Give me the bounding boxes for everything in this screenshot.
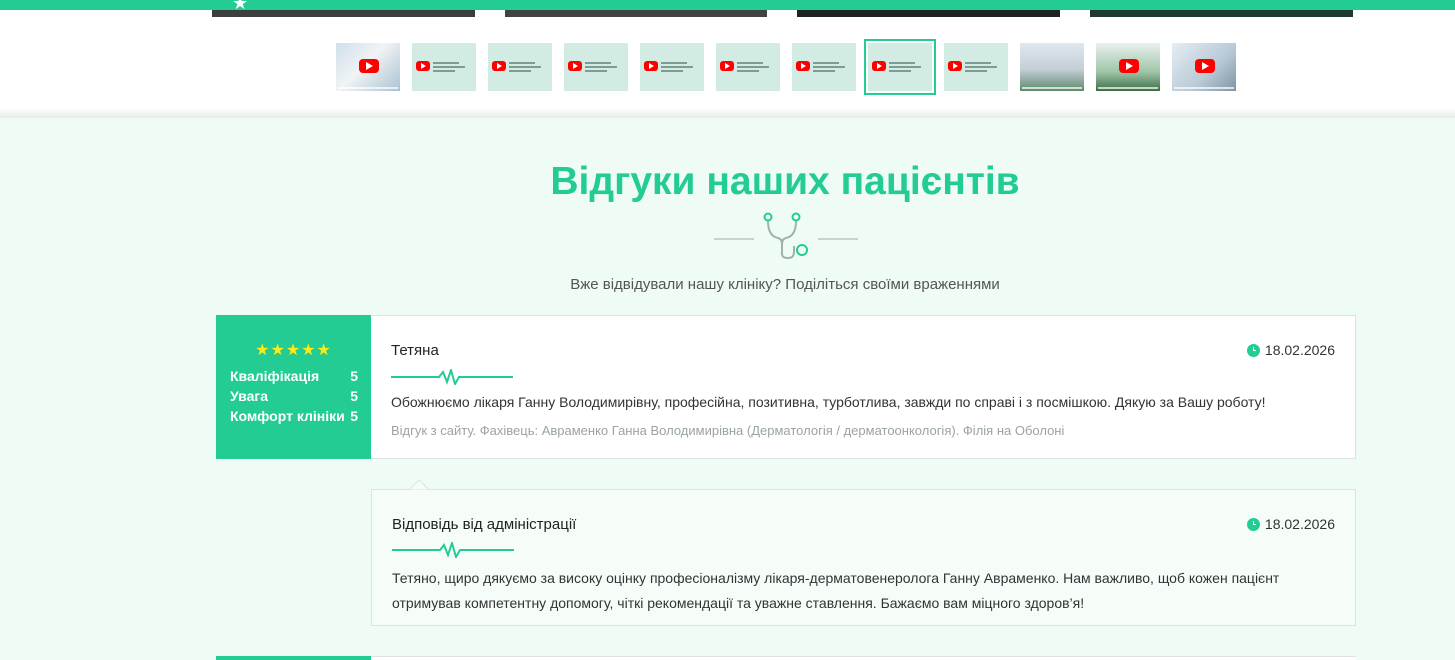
video-slide[interactable] [1090, 10, 1353, 17]
review-text: Обожнюємо лікаря Ганну Володимирівну, пр… [391, 394, 1266, 410]
review-author: Тетяна [391, 342, 439, 359]
youtube-play-icon [359, 59, 379, 73]
video-thumbnail[interactable] [1172, 43, 1236, 91]
thumbnail-caption-line [509, 66, 541, 68]
youtube-play-icon [1119, 59, 1139, 73]
thumbnail-caption-line [1022, 87, 1082, 89]
youtube-play-icon [644, 61, 658, 71]
thumbnail-caption-line [965, 70, 987, 72]
criterion-label: Увага [230, 388, 269, 404]
thumbnail-caption-line [889, 66, 921, 68]
thumbnail-caption-line [965, 62, 991, 64]
thumbnail-caption-line [433, 66, 465, 68]
video-thumbnail[interactable] [716, 43, 780, 91]
video-thumbnail[interactable] [336, 43, 400, 91]
thumbnail-caption-line [813, 70, 835, 72]
clock-icon [1246, 518, 1260, 531]
video-thumbnail[interactable] [1020, 43, 1084, 91]
reply-date-text: 18.02.2026 [1264, 516, 1335, 532]
video-thumbnail[interactable] [640, 43, 704, 91]
admin-reply-card: Відповідь від адміністрації 18.02.2026 Т… [371, 489, 1356, 626]
reply-pointer [409, 479, 429, 492]
youtube-play-icon [1195, 59, 1215, 73]
video-thumbnail[interactable] [944, 43, 1008, 91]
heartbeat-divider-icon [392, 542, 514, 558]
criterion-row: Комфорт клініки 5 [230, 408, 358, 424]
thumbnail-caption-line [1174, 87, 1234, 89]
thumbnail-caption-line [737, 70, 759, 72]
criterion-value: 5 [350, 368, 358, 384]
section-title: Відгуки наших пацієнтів [550, 160, 1020, 203]
video-gallery: ★ [0, 0, 1455, 116]
review-card: Тетяна 18.02.2026 Обожнюємо лікаря Ганну… [371, 315, 1356, 459]
thumbnail-caption-line [813, 66, 845, 68]
reply-text: Тетяно, щиро дякуємо за високу оцінку пр… [392, 570, 1280, 611]
review-card [371, 656, 1356, 660]
youtube-play-icon [796, 61, 810, 71]
video-slide[interactable] [212, 10, 475, 17]
rating-stars: ★★★★★ [255, 342, 332, 359]
criterion-value: 5 [350, 388, 358, 404]
rating-panel [216, 656, 371, 660]
video-thumbnail[interactable] [864, 39, 936, 95]
thumbnail-caption-line [889, 70, 911, 72]
thumbnail-caption-line [338, 87, 398, 89]
thumbnail-caption-line [1098, 87, 1158, 89]
youtube-play-icon [720, 61, 734, 71]
youtube-play-icon [492, 61, 506, 71]
criterion-row: Кваліфікація 5 [230, 368, 358, 384]
review-date-text: 18.02.2026 [1264, 342, 1335, 358]
review-date: 18.02.2026 [1246, 342, 1335, 358]
top-accent-strip [0, 0, 1455, 10]
thumbnail-caption-line [889, 62, 915, 64]
video-thumbnail[interactable] [488, 43, 552, 91]
rating-panel: ★★★★★ [216, 315, 371, 459]
youtube-play-icon [948, 61, 962, 71]
thumbnail-caption-line [433, 70, 455, 72]
reply-date: 18.02.2026 [1246, 516, 1335, 532]
video-thumbnail[interactable] [412, 43, 476, 91]
youtube-play-icon [416, 61, 430, 71]
thumbnail-caption-line [661, 70, 683, 72]
section-subtitle: Вже відвідували нашу клініку? Поділіться… [570, 276, 1000, 293]
thumbnail-caption-line [965, 66, 997, 68]
thumbnail-caption-line [737, 62, 763, 64]
video-thumbnail[interactable] [564, 43, 628, 91]
criterion-label: Кваліфікація [230, 368, 320, 384]
section-divider [0, 108, 1455, 118]
criterion-label: Комфорт клініки [230, 408, 345, 424]
video-thumbnail[interactable] [792, 43, 856, 91]
thumbnail-caption-line [661, 66, 693, 68]
video-slide[interactable] [797, 10, 1060, 17]
criterion-row: Увага 5 [230, 388, 358, 404]
thumbnail-caption-line [585, 62, 611, 64]
youtube-play-icon [872, 61, 886, 71]
video-thumbnail[interactable] [1096, 43, 1160, 91]
youtube-play-icon [568, 61, 582, 71]
review-meta: Відгук з сайту. Фахівець: Авраменко Ганн… [391, 423, 1065, 438]
thumbnail-caption-line [509, 70, 531, 72]
thumbnail-caption-line [737, 66, 769, 68]
stethoscope-icon [714, 212, 858, 260]
thumbnail-caption-line [585, 66, 617, 68]
heartbeat-divider-icon [391, 369, 513, 385]
thumbnail-caption-line [661, 62, 687, 64]
clock-icon [1246, 344, 1260, 357]
thumbnail-caption-line [509, 62, 535, 64]
thumbnail-caption-line [813, 62, 839, 64]
reply-title: Відповідь від адміністрації [392, 516, 577, 533]
criterion-value: 5 [350, 408, 358, 424]
video-slide[interactable] [505, 10, 767, 17]
thumbnail-caption-line [433, 62, 459, 64]
thumbnail-caption-line [585, 70, 607, 72]
